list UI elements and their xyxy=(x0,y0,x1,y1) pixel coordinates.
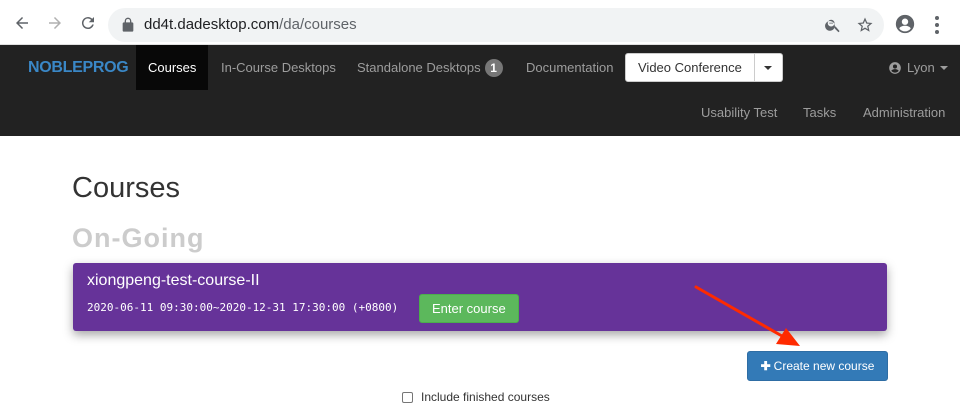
enter-course-button[interactable]: Enter course xyxy=(419,294,519,323)
forward-icon[interactable] xyxy=(43,11,67,35)
create-new-course-button[interactable]: ✚ Create new course xyxy=(747,351,888,381)
nav-link-tasks[interactable]: Tasks xyxy=(803,90,836,135)
profile-icon[interactable] xyxy=(894,13,916,35)
nav-link-documentation[interactable]: Documentation xyxy=(526,45,613,90)
user-icon xyxy=(889,61,901,74)
app-navbar: NOBLEPROG Courses In-Course Desktops Sta… xyxy=(0,45,960,136)
video-conference-button[interactable]: Video Conference xyxy=(625,53,755,82)
include-finished-row[interactable]: Include finished courses xyxy=(402,390,550,404)
user-menu[interactable]: Lyon xyxy=(888,45,948,90)
nav-link-usability-test[interactable]: Usability Test xyxy=(701,90,777,135)
video-conference-dropdown-toggle[interactable] xyxy=(754,53,783,82)
reload-icon[interactable] xyxy=(76,11,100,35)
course-dates: 2020-06-11 09:30:00~2020-12-31 17:30:00 … xyxy=(87,301,399,314)
page-title: Courses xyxy=(72,172,180,204)
browser-toolbar: dd4t.dadesktop.com/da/courses xyxy=(0,0,960,45)
url-path: /da/courses xyxy=(279,16,357,33)
url-text[interactable]: dd4t.dadesktop.com/da/courses xyxy=(144,16,357,33)
brand-logo[interactable]: NOBLEPROG xyxy=(28,59,129,77)
include-finished-label: Include finished courses xyxy=(421,390,550,404)
section-title-ongoing: On-Going xyxy=(72,223,205,253)
back-icon[interactable] xyxy=(10,11,34,35)
star-icon[interactable] xyxy=(856,16,874,34)
kebab-menu-icon[interactable] xyxy=(932,15,942,35)
user-name: Lyon xyxy=(907,60,935,75)
zoom-icon[interactable] xyxy=(824,16,842,34)
include-finished-checkbox[interactable] xyxy=(402,391,413,403)
nav-link-standalone-desktops[interactable]: Standalone Desktops 1 xyxy=(357,45,503,90)
create-new-course-label: Create new course xyxy=(773,359,875,373)
standalone-count-badge: 1 xyxy=(484,58,503,77)
nav-link-courses[interactable]: Courses xyxy=(136,45,209,90)
url-host: dd4t.dadesktop.com xyxy=(144,16,280,33)
caret-down-icon xyxy=(764,65,773,70)
lock-icon xyxy=(122,17,134,32)
address-bar[interactable]: dd4t.dadesktop.com/da/courses xyxy=(108,8,884,42)
caret-down-icon xyxy=(939,65,948,70)
plus-icon: ✚ xyxy=(760,359,771,373)
nav-link-administration[interactable]: Administration xyxy=(863,90,945,135)
nav-link-in-course-desktops[interactable]: In-Course Desktops xyxy=(221,45,336,90)
video-conference-button-group: Video Conference xyxy=(625,53,783,82)
annotation-arrow xyxy=(694,285,800,346)
nav-link-standalone-label: Standalone Desktops xyxy=(357,60,481,75)
course-name: xiongpeng-test-course-II xyxy=(87,272,260,289)
